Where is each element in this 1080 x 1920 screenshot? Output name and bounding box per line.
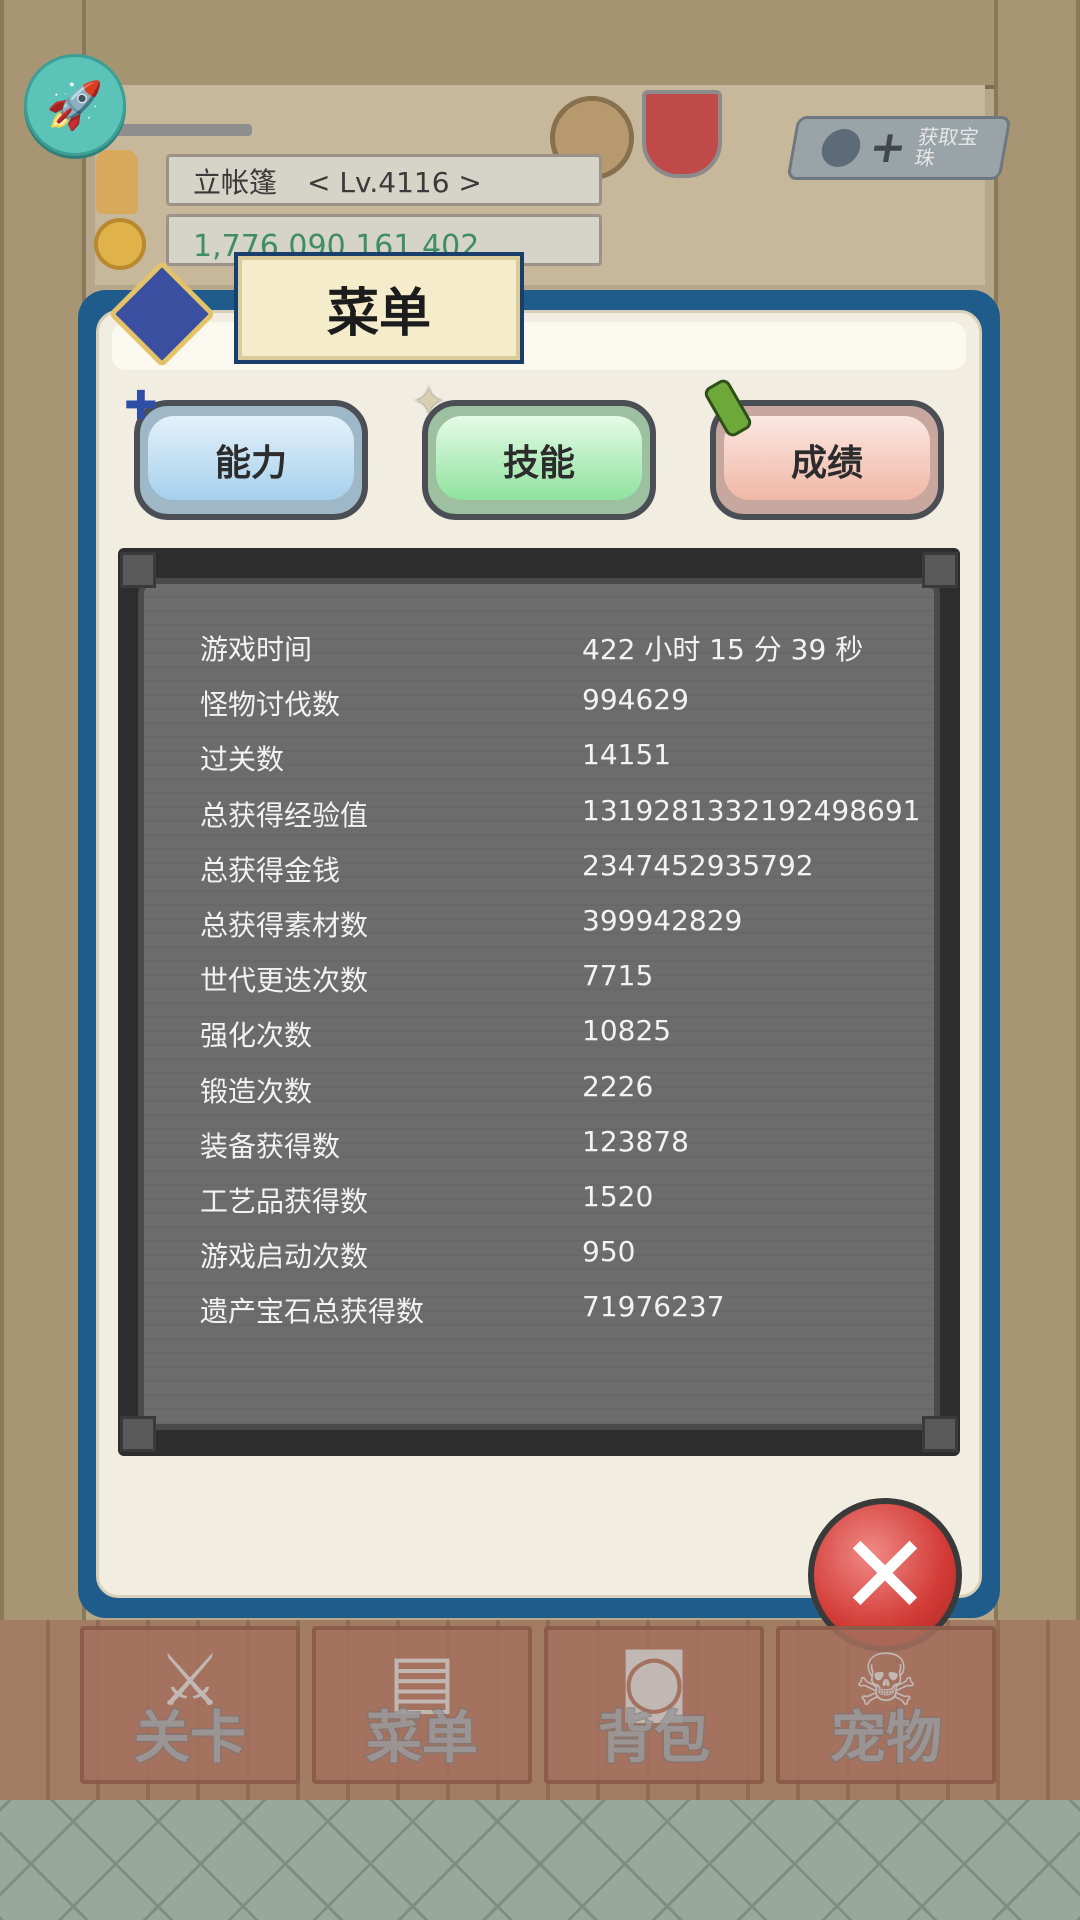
rocket-boost-button[interactable]: 🚀: [24, 54, 126, 156]
stat-key: 游戏启动次数: [200, 1240, 369, 1274]
board-corner: [120, 1416, 156, 1452]
get-gems-button[interactable]: + 获取宝珠: [786, 116, 1012, 180]
stat-row: 游戏启动次数 950: [200, 1235, 940, 1290]
stat-value: 123878: [582, 1124, 689, 1158]
add-person-icon: ✚: [124, 383, 158, 429]
floor-tiles: [0, 1800, 1080, 1920]
stat-row: 怪物讨伐数 994629: [200, 683, 940, 738]
player-name: 立帐篷: [193, 166, 278, 199]
close-icon: ✕: [838, 1511, 932, 1639]
tab-ability[interactable]: 能力: [134, 400, 368, 520]
stat-key: 装备获得数: [200, 1129, 341, 1163]
board-corner: [922, 552, 958, 588]
stat-value: 422 小时 15 分 39 秒: [582, 633, 864, 666]
stat-row: 遗产宝石总获得数 71976237: [200, 1290, 940, 1345]
stat-row: 装备获得数 123878: [200, 1125, 940, 1180]
stat-row: 世代更迭次数 7715: [200, 959, 940, 1014]
tab-ability-label: 能力: [214, 443, 287, 484]
board-corner: [922, 1416, 958, 1452]
modal-title: 菜单: [234, 252, 524, 364]
stat-value: 14151: [582, 738, 672, 772]
plus-icon: +: [865, 122, 912, 173]
nav-stage[interactable]: ⚔ 关卡: [80, 1626, 300, 1784]
stat-row: 锻造次数 2226: [200, 1070, 940, 1125]
nav-pet-label: 宠物: [829, 1705, 944, 1773]
left-pillar: [0, 0, 86, 1800]
tab-skill[interactable]: 技能: [422, 400, 656, 520]
player-info-bar: 立帐篷 < Lv.4116 >: [166, 154, 602, 206]
stat-key: 总获得经验值: [200, 798, 369, 832]
stat-key: 强化次数: [200, 1019, 313, 1053]
nav-backpack[interactable]: ◙ 背包: [544, 1626, 764, 1784]
stat-value: 399942829: [582, 903, 743, 937]
stat-key: 总获得金钱: [200, 853, 341, 887]
stat-key: 总获得素材数: [200, 908, 369, 942]
hero-avatar: [96, 150, 138, 214]
stat-key: 工艺品获得数: [200, 1184, 369, 1218]
stat-key: 怪物讨伐数: [200, 688, 341, 722]
stat-value: 71976237: [582, 1290, 725, 1324]
stat-row: 总获得经验值 1319281332192498691: [200, 794, 940, 849]
nav-menu[interactable]: ▤ 菜单: [312, 1626, 532, 1784]
get-gems-label: 获取宝珠: [912, 125, 981, 170]
stats-list: 游戏时间 422 小时 15 分 39 秒 怪物讨伐数 994629 过关数 1415…: [200, 628, 940, 1345]
wall-top: [0, 0, 1080, 89]
stat-value: 1520: [582, 1179, 654, 1213]
stat-key: 世代更迭次数: [200, 964, 369, 998]
tab-record-label: 成绩: [790, 443, 863, 484]
stat-value: 950: [582, 1235, 636, 1269]
stat-value: 2226: [582, 1069, 654, 1103]
wall-sword-decor: [112, 124, 252, 136]
sparkle-icon: ✦: [412, 379, 446, 425]
coin-icon: [94, 218, 146, 270]
stat-key: 锻造次数: [200, 1074, 313, 1108]
stat-row: 总获得素材数 399942829: [200, 904, 940, 959]
stat-row: 游戏时间 422 小时 15 分 39 秒: [200, 628, 940, 683]
stat-row: 过关数 14151: [200, 738, 940, 793]
nav-pet[interactable]: ☠ 宠物: [776, 1626, 996, 1784]
tab-skill-label: 技能: [502, 443, 575, 484]
stat-value: 10825: [582, 1014, 672, 1048]
nav-backpack-label: 背包: [597, 1705, 712, 1773]
stat-value: 2347452935792: [582, 848, 814, 882]
stat-key: 遗产宝石总获得数: [200, 1295, 425, 1329]
player-level: < Lv.4116 >: [307, 166, 482, 199]
stat-key: 过关数: [200, 743, 285, 777]
red-shield-decor: [642, 90, 722, 178]
rocket-icon: 🚀: [46, 77, 104, 132]
stat-row: 工艺品获得数 1520: [200, 1180, 940, 1235]
stat-row: 总获得金钱 2347452935792: [200, 849, 940, 904]
gem-icon: [818, 129, 863, 167]
board-corner: [120, 552, 156, 588]
nav-menu-label: 菜单: [365, 1705, 480, 1773]
nav-stage-label: 关卡: [133, 1705, 248, 1773]
bottom-nav: ⚔ 关卡 ▤ 菜单 ◙ 背包 ☠ 宠物: [80, 1626, 1004, 1786]
stat-row: 强化次数 10825: [200, 1014, 940, 1069]
stat-value: 7715: [582, 959, 654, 993]
right-pillar: [994, 0, 1080, 1800]
stat-key: 游戏时间: [200, 633, 313, 666]
stat-value: 1319281332192498691: [582, 793, 921, 827]
menu-tabs: 能力 技能 成绩 ✚ ✦: [124, 376, 944, 520]
stat-value: 994629: [582, 683, 689, 717]
